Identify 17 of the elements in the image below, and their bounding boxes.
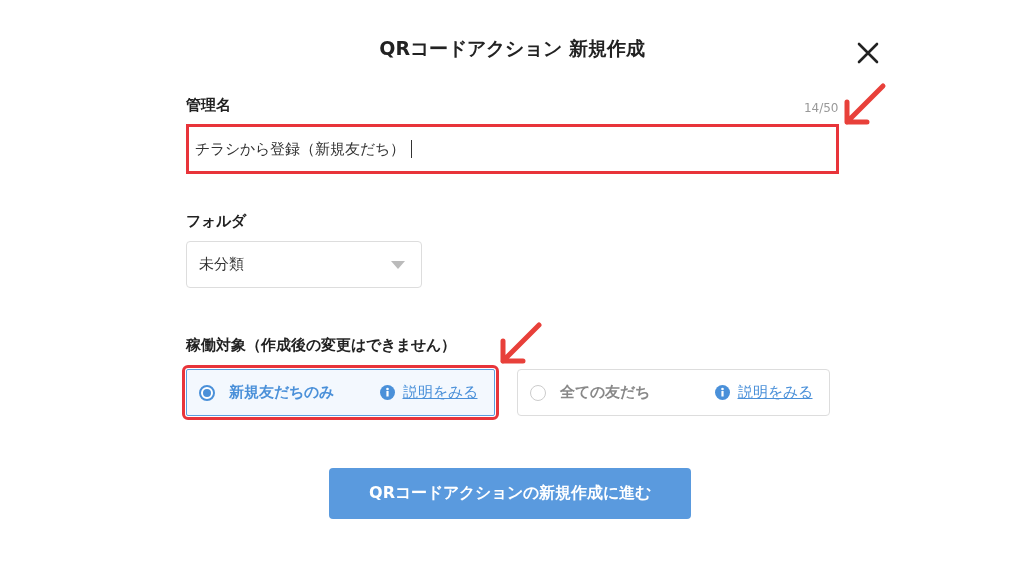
field-label: 管理名	[185, 96, 231, 115]
dialog-title: QRコードアクション 新規作成	[379, 36, 645, 61]
character-counter: 14/50	[803, 101, 839, 115]
radio-option[interactable]: 全ての友だち 説明をみる	[516, 369, 830, 416]
close-icon[interactable]	[857, 42, 879, 64]
info-icon	[714, 385, 730, 400]
radio-button[interactable]	[198, 384, 215, 401]
folder-dropdown[interactable]: 未分類	[185, 241, 422, 288]
radio-button[interactable]	[529, 384, 546, 401]
help-link[interactable]: 説明をみる	[402, 383, 478, 402]
input-field[interactable]: チラシから登録（新規友だち）	[185, 124, 839, 174]
field-label: フォルダ	[185, 212, 248, 231]
field-label: 稼働対象（作成後の変更はできません）	[185, 336, 457, 355]
info-icon	[379, 385, 395, 400]
help-link[interactable]: 説明をみる	[737, 383, 813, 402]
submit-button[interactable]: QRコードアクションの新規作成に進む	[329, 468, 691, 519]
dropdown-arrow-icon	[390, 260, 405, 269]
